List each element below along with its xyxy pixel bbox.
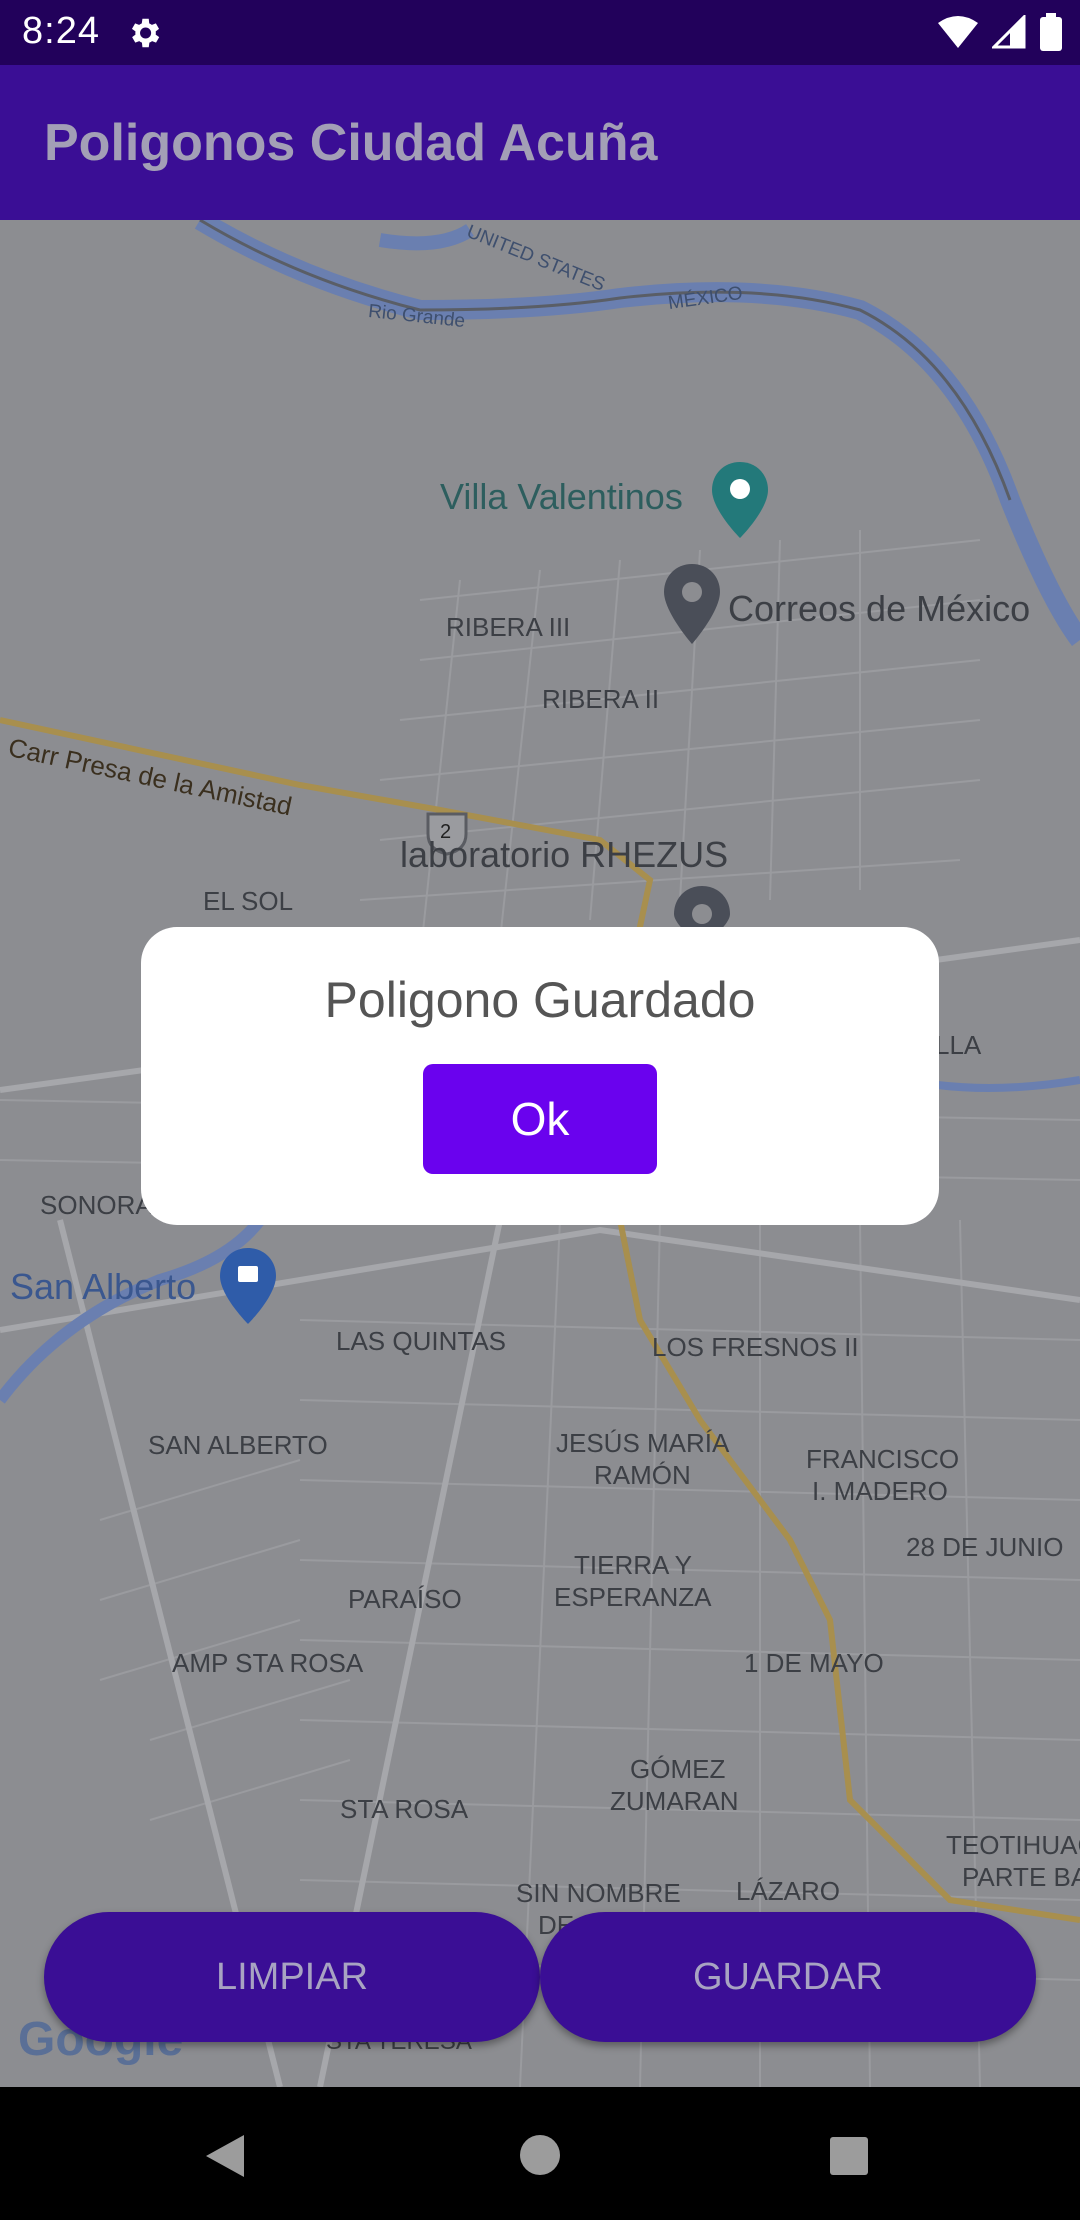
recents-icon[interactable] xyxy=(828,2135,870,2177)
map-label-zumaran: ZUMARAN xyxy=(610,1786,739,1816)
map-label-teotihua: TEOTIHUAC xyxy=(946,1830,1080,1860)
map-label-ribera-iii: RIBERA III xyxy=(446,612,571,642)
map-label-madero: I. MADERO xyxy=(812,1476,948,1506)
map-label-jesus-maria: JESÚS MARÍA xyxy=(556,1428,730,1458)
map-label-28-de-junio: 28 DE JUNIO xyxy=(906,1532,1064,1562)
back-icon[interactable] xyxy=(204,2133,246,2179)
map-label-laboratorio[interactable]: laboratorio RHEZUS xyxy=(400,834,728,876)
map-label-san-alberto-poi[interactable]: San Alberto xyxy=(10,1266,196,1308)
map-label-las-quintas: LAS QUINTAS xyxy=(336,1326,507,1356)
dialog-title: Poligono Guardado xyxy=(324,972,756,1028)
map-label-esperanza: ESPERANZA xyxy=(554,1582,712,1612)
app-bar: Poligonos Ciudad Acuña xyxy=(0,65,1080,220)
saved-dialog: Poligono Guardado Ok xyxy=(141,927,939,1225)
map-label-tierra-y: TIERRA Y xyxy=(574,1550,693,1580)
map-label-parte-ba: PARTE BA xyxy=(962,1862,1080,1892)
gear-icon xyxy=(125,14,163,52)
map-label-sin-nombre: SIN NOMBRE xyxy=(516,1878,681,1908)
map-label-sta-rosa: STA ROSA xyxy=(340,1794,469,1824)
navigation-bar xyxy=(0,2087,1080,2220)
map-label-correos[interactable]: Correos de México xyxy=(728,588,1030,630)
ok-button[interactable]: Ok xyxy=(423,1064,657,1174)
map-label-1-de-mayo: 1 DE MAYO xyxy=(744,1648,884,1678)
map-label-amp-sta-rosa: AMP STA ROSA xyxy=(172,1648,364,1678)
map-label-lazaro: LÁZARO xyxy=(736,1876,841,1906)
map-label-villa-valentinos[interactable]: Villa Valentinos xyxy=(440,476,683,518)
map-label-paraiso: PARAÍSO xyxy=(348,1584,462,1614)
status-time: 8:24 xyxy=(22,10,100,52)
map-label-sonora: SONORA xyxy=(40,1190,153,1220)
status-bar: 8:24 xyxy=(0,0,1080,65)
correos-pin-icon[interactable] xyxy=(664,564,720,644)
wifi-icon xyxy=(938,15,978,53)
map-label-san-alberto: SAN ALBERTO xyxy=(148,1430,328,1460)
guardar-button[interactable]: GUARDAR xyxy=(540,1912,1036,2042)
home-icon[interactable] xyxy=(518,2133,562,2177)
app-title: Poligonos Ciudad Acuña xyxy=(44,114,658,172)
map-label-el-sol: EL SOL xyxy=(203,886,294,916)
villa-valentinos-pin-icon[interactable] xyxy=(712,462,768,538)
map-label-ramon: RAMÓN xyxy=(594,1460,691,1490)
signal-icon xyxy=(990,13,1026,53)
limpiar-button[interactable]: LIMPIAR xyxy=(44,1912,540,2042)
map-label-los-fresnos: LOS FRESNOS II xyxy=(652,1332,859,1362)
map-label-lla: LLA xyxy=(935,1030,982,1060)
san-alberto-pin-icon[interactable] xyxy=(220,1248,276,1324)
map-label-francisco: FRANCISCO xyxy=(806,1444,960,1474)
map-label-ribera-ii: RIBERA II xyxy=(542,684,660,714)
map-label-gomez: GÓMEZ xyxy=(630,1754,726,1784)
battery-icon xyxy=(1040,13,1062,55)
